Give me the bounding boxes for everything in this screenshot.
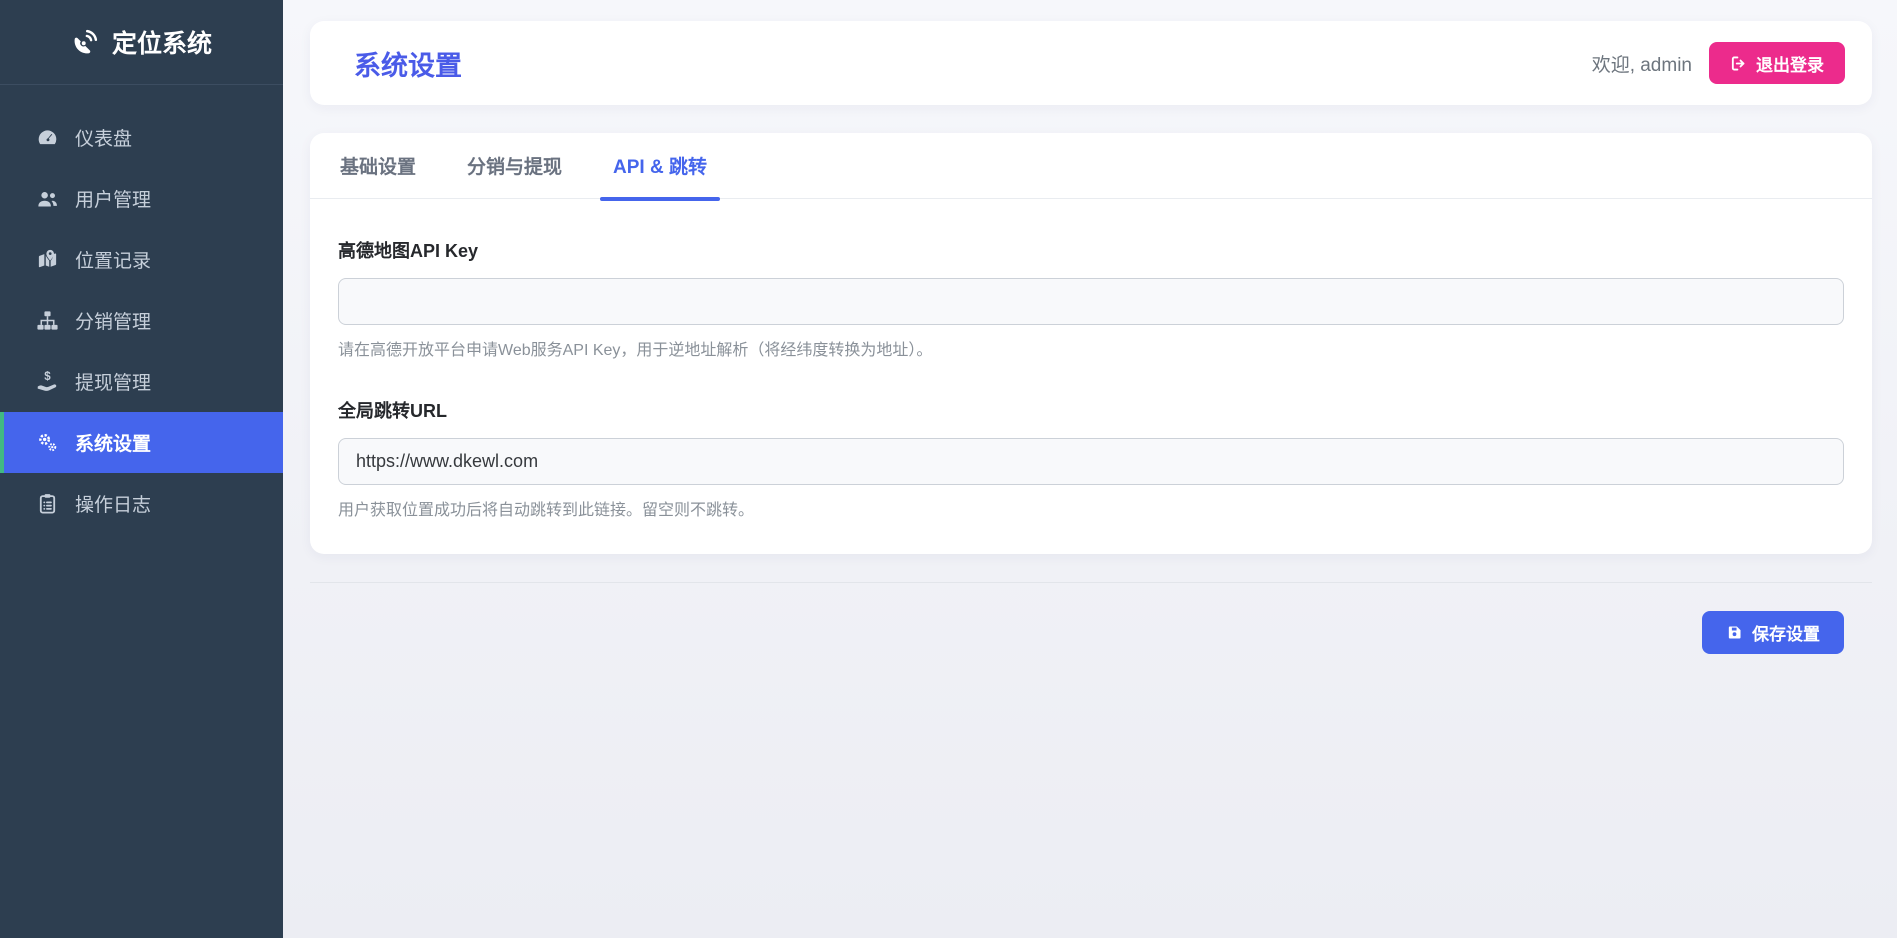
- svg-text:$: $: [44, 371, 51, 383]
- sidebar: 定位系统 仪表盘 用户管理 位置记录 分销管理 $ 提现管理 系统设置 操作日志: [0, 0, 283, 938]
- app-title: 定位系统: [111, 30, 212, 58]
- sidebar-item-label: 用户管理: [75, 190, 152, 211]
- footer-divider: [310, 582, 1872, 583]
- sidebar-item-label: 操作日志: [75, 495, 152, 516]
- amap-key-group: 高德地图API Key 请在高德开放平台申请Web服务API Key，用于逆地址…: [338, 237, 1844, 360]
- main-content: 系统设置 欢迎, admin 退出登录 基础设置 分销与提现 API & 跳转: [283, 0, 1897, 938]
- redirect-url-group: 全局跳转URL 用户获取位置成功后将自动跳转到此链接。留空则不跳转。: [338, 397, 1844, 520]
- users-icon: [34, 187, 60, 210]
- save-row: 保存设置: [310, 611, 1872, 654]
- tab-basic-settings[interactable]: 基础设置: [338, 133, 418, 199]
- sign-out-icon: [1730, 55, 1747, 72]
- satellite-dish-icon: [71, 28, 99, 56]
- map-marked-icon: [34, 248, 60, 271]
- header-right: 欢迎, admin 退出登录: [1592, 42, 1845, 84]
- sidebar-item-label: 系统设置: [75, 434, 152, 455]
- tab-bar: 基础设置 分销与提现 API & 跳转: [310, 133, 1872, 201]
- settings-card: 基础设置 分销与提现 API & 跳转 高德地图API Key 请在高德开放平台…: [310, 133, 1872, 554]
- logout-label: 退出登录: [1756, 55, 1824, 75]
- sidebar-item-locations[interactable]: 位置记录: [0, 229, 283, 290]
- tachometer-icon: [34, 126, 60, 149]
- sidebar-item-distribution[interactable]: 分销管理: [0, 290, 283, 351]
- redirect-url-input[interactable]: [338, 438, 1844, 485]
- save-label: 保存设置: [1752, 625, 1820, 644]
- sidebar-item-withdrawal[interactable]: $ 提现管理: [0, 351, 283, 412]
- sidebar-item-logs[interactable]: 操作日志: [0, 473, 283, 534]
- cogs-icon: [34, 431, 60, 454]
- sitemap-icon: [34, 309, 60, 332]
- amap-key-help: 请在高德开放平台申请Web服务API Key，用于逆地址解析（将经纬度转换为地址…: [338, 342, 933, 359]
- save-icon: [1726, 624, 1743, 641]
- settings-form: 高德地图API Key 请在高德开放平台申请Web服务API Key，用于逆地址…: [338, 199, 1844, 520]
- save-settings-button[interactable]: 保存设置: [1702, 611, 1844, 654]
- logout-button[interactable]: 退出登录: [1709, 42, 1845, 84]
- tab-api-redirect[interactable]: API & 跳转: [600, 133, 720, 201]
- sidebar-item-label: 提现管理: [75, 373, 152, 394]
- sidebar-item-users[interactable]: 用户管理: [0, 168, 283, 229]
- hand-holding-usd-icon: $: [34, 370, 60, 393]
- sidebar-item-label: 仪表盘: [75, 129, 133, 150]
- welcome-text: 欢迎, admin: [1591, 54, 1692, 76]
- sidebar-item-label: 分销管理: [75, 312, 152, 333]
- page-header: 系统设置 欢迎, admin 退出登录: [310, 21, 1872, 105]
- sidebar-item-label: 位置记录: [75, 251, 152, 272]
- sidebar-item-settings[interactable]: 系统设置: [0, 412, 283, 473]
- tab-distribution-withdrawal[interactable]: 分销与提现: [465, 133, 564, 199]
- amap-key-input[interactable]: [338, 278, 1844, 325]
- clipboard-list-icon: [34, 492, 60, 515]
- sidebar-item-dashboard[interactable]: 仪表盘: [0, 107, 283, 168]
- sidebar-nav: 仪表盘 用户管理 位置记录 分销管理 $ 提现管理 系统设置 操作日志: [0, 107, 283, 534]
- redirect-url-label: 全局跳转URL: [338, 401, 447, 421]
- app-logo: 定位系统: [0, 0, 283, 85]
- amap-key-label: 高德地图API Key: [338, 241, 479, 261]
- redirect-url-help: 用户获取位置成功后将自动跳转到此链接。留空则不跳转。: [338, 502, 755, 519]
- page-title: 系统设置: [354, 50, 462, 81]
